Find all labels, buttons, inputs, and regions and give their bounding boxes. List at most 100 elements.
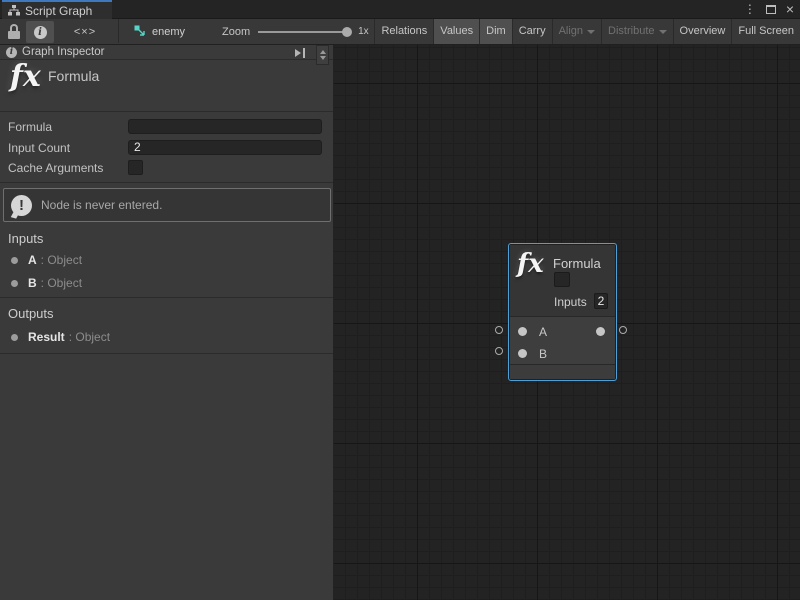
- external-port-ring-result-icon[interactable]: [619, 326, 627, 334]
- warning-icon: !: [11, 195, 32, 216]
- align-label: Align: [559, 19, 583, 44]
- overview-button[interactable]: Overview: [673, 19, 732, 44]
- distribute-label: Distribute: [608, 19, 654, 44]
- input-port-a-icon[interactable]: [518, 327, 527, 336]
- formula-input[interactable]: [128, 119, 322, 134]
- overview-label: Overview: [680, 19, 726, 44]
- lock-icon[interactable]: [8, 24, 20, 39]
- window-controls: ⋮ ×: [744, 0, 794, 19]
- script-graph-asset-icon: [134, 25, 147, 38]
- close-icon[interactable]: ×: [786, 0, 794, 19]
- spinner-down-icon[interactable]: [320, 56, 326, 60]
- chevron-down-icon: [659, 30, 667, 34]
- divider: [0, 111, 333, 112]
- formula-unit-icon: fx: [10, 59, 41, 94]
- dim-label: Dim: [486, 19, 506, 44]
- port-name: B: [28, 276, 37, 290]
- title-bar: Script Graph ⋮ ×: [0, 0, 800, 19]
- info-icon: i: [34, 26, 47, 39]
- zoom-slider-handle[interactable]: [342, 27, 352, 37]
- full-screen-label: Full Screen: [738, 19, 794, 44]
- values-label: Values: [440, 19, 473, 44]
- output-row-result: Result : Object: [0, 330, 110, 344]
- port-bullet-icon: [11, 334, 18, 341]
- external-port-ring-b-icon[interactable]: [495, 347, 503, 355]
- relations-label: Relations: [381, 19, 427, 44]
- zoom-slider[interactable]: [258, 26, 350, 38]
- inputs-section-title: Inputs: [8, 231, 43, 246]
- toolbar-buttons: Relations Values Dim Carry Align Distrib…: [374, 19, 800, 44]
- graph-hierarchy-icon: [8, 5, 20, 16]
- formula-node[interactable]: fx Formula Inputs 2 A B: [508, 243, 617, 381]
- chevron-down-icon: [587, 30, 595, 34]
- port-name: Result: [28, 330, 65, 344]
- input-count-input[interactable]: 2: [128, 140, 322, 155]
- relations-button[interactable]: Relations: [374, 19, 433, 44]
- outputs-section-title: Outputs: [8, 306, 54, 321]
- input-port-b-icon[interactable]: [518, 349, 527, 358]
- lock-body: [8, 31, 20, 39]
- tab-label: Script Graph: [25, 4, 92, 18]
- cache-arguments-checkbox[interactable]: [128, 160, 143, 175]
- graph-reference-label: enemy: [152, 26, 185, 38]
- unit-title: Formula: [48, 68, 99, 84]
- input-row-b: B : Object: [0, 276, 82, 290]
- code-view-button[interactable]: <×>: [60, 21, 110, 43]
- node-inputs-label: Inputs: [554, 295, 587, 309]
- port-type: : Object: [41, 253, 82, 267]
- dim-button[interactable]: Dim: [479, 19, 512, 44]
- carry-label: Carry: [519, 19, 546, 44]
- graph-toolbar: i <×> enemy Zoom 1x Relations Values Dim…: [0, 19, 800, 45]
- panel-scroll-spinner[interactable]: [316, 45, 329, 65]
- formula-node-title: Formula: [553, 256, 601, 271]
- port-type: : Object: [69, 330, 110, 344]
- full-screen-button[interactable]: Full Screen: [731, 19, 800, 44]
- script-graph-window: Script Graph ⋮ × i <×> enemy Zoom: [0, 0, 800, 600]
- node-inputs-value[interactable]: 2: [594, 293, 608, 309]
- input-row-a: A : Object: [0, 253, 82, 267]
- dock-bar: [303, 48, 305, 58]
- maximize-icon[interactable]: [766, 5, 776, 14]
- warning-text: Node is never entered.: [41, 198, 162, 212]
- divider: [0, 182, 333, 183]
- formula-node-header[interactable]: fx Formula Inputs 2: [510, 245, 615, 316]
- graph-canvas[interactable]: fx Formula Inputs 2 A B: [334, 45, 800, 600]
- port-bullet-icon: [11, 257, 18, 264]
- formula-field-label: Formula: [8, 120, 52, 134]
- port-name: A: [28, 253, 37, 267]
- spinner-up-icon[interactable]: [320, 50, 326, 54]
- zoom-slider-track: [258, 31, 350, 33]
- values-button[interactable]: Values: [433, 19, 479, 44]
- cache-arguments-label: Cache Arguments: [8, 161, 103, 175]
- info-icon: i: [6, 47, 17, 58]
- divider: [0, 297, 333, 298]
- graph-inspector-panel: i Graph Inspector fx Formula Formula Inp…: [0, 45, 334, 600]
- zoom-control: Zoom 1x: [222, 19, 369, 44]
- zoom-label: Zoom: [222, 26, 250, 38]
- port-type: : Object: [41, 276, 82, 290]
- formula-node-body: A B: [510, 316, 615, 364]
- formula-node-input[interactable]: [554, 272, 570, 287]
- align-button[interactable]: Align: [552, 19, 601, 44]
- carry-button[interactable]: Carry: [512, 19, 552, 44]
- port-bullet-icon: [11, 280, 18, 287]
- distribute-button[interactable]: Distribute: [601, 19, 672, 44]
- warning-box: ! Node is never entered.: [3, 188, 331, 222]
- graph-inspector-header: i Graph Inspector: [0, 45, 333, 60]
- inspector-toggle-button[interactable]: i: [26, 21, 54, 43]
- dock-triangle: [295, 49, 301, 57]
- external-port-ring-a-icon[interactable]: [495, 326, 503, 334]
- graph-inspector-title: Graph Inspector: [22, 45, 104, 60]
- formula-node-footer: [510, 364, 615, 379]
- divider: [0, 353, 333, 354]
- input-port-a-label: A: [539, 325, 547, 339]
- zoom-value: 1x: [358, 26, 369, 37]
- window-menu-icon[interactable]: ⋮: [744, 0, 756, 19]
- lock-shackle: [10, 24, 18, 31]
- dock-panel-icon[interactable]: [295, 48, 307, 58]
- graph-reference[interactable]: enemy: [134, 19, 185, 44]
- tab-script-graph[interactable]: Script Graph: [2, 0, 112, 19]
- output-port-result-icon[interactable]: [596, 327, 605, 336]
- input-port-b-label: B: [539, 347, 547, 361]
- input-count-label: Input Count: [8, 141, 70, 155]
